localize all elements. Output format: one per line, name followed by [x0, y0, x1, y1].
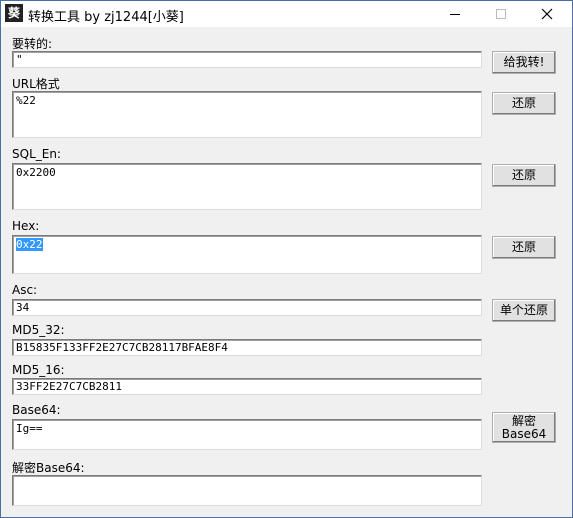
- input-label: 要转的:: [12, 37, 53, 51]
- md5-16-label: MD5_16:: [12, 363, 65, 377]
- app-icon: 葵: [5, 4, 23, 22]
- title-bar[interactable]: 葵 转换工具 by zj1244[小葵]: [1, 1, 572, 27]
- minimize-icon: [450, 14, 460, 15]
- restore-asc-button[interactable]: 单个还原: [492, 299, 556, 322]
- minimize-button[interactable]: [432, 1, 478, 27]
- base64-decode-field[interactable]: [12, 475, 482, 506]
- hex-selected-text: 0x22: [16, 238, 43, 251]
- base64-field[interactable]: Ig==: [12, 419, 482, 450]
- md5-32-field[interactable]: B15835F133FF2E27C7CB28117BFAE8F4: [12, 339, 482, 356]
- md5-16-field[interactable]: 33FF2E27C7CB2811: [12, 378, 482, 395]
- converter-window: 葵 转换工具 by zj1244[小葵] 要转的: " 给我转! URL格式 %…: [0, 0, 573, 518]
- sql-label: SQL_En:: [12, 147, 61, 161]
- md5-32-label: MD5_32:: [12, 323, 65, 337]
- hex-field[interactable]: 0x22: [12, 235, 482, 274]
- maximize-button[interactable]: [478, 1, 524, 27]
- hex-label: Hex:: [12, 219, 40, 233]
- maximize-icon: [496, 9, 506, 19]
- input-field[interactable]: ": [12, 51, 482, 68]
- sql-field[interactable]: 0x2200: [12, 163, 482, 210]
- asc-field[interactable]: 34: [12, 299, 482, 316]
- close-icon: [541, 8, 553, 20]
- url-field[interactable]: %22: [12, 91, 482, 138]
- decode-base64-label-line1: 解密: [511, 413, 536, 428]
- restore-url-button[interactable]: 还原: [492, 92, 556, 115]
- close-button[interactable]: [524, 1, 570, 27]
- base64-decode-label: 解密Base64:: [12, 461, 85, 475]
- restore-sql-button[interactable]: 还原: [492, 164, 556, 187]
- base64-label: Base64:: [12, 403, 61, 417]
- convert-button[interactable]: 给我转!: [492, 51, 556, 74]
- asc-label: Asc:: [12, 283, 38, 297]
- restore-hex-button[interactable]: 还原: [492, 236, 556, 259]
- decode-base64-button[interactable]: 解密 Base64: [492, 412, 556, 443]
- url-label: URL格式: [12, 77, 60, 91]
- window-title: 转换工具 by zj1244[小葵]: [28, 10, 184, 25]
- decode-base64-label-line2: Base64: [501, 426, 547, 441]
